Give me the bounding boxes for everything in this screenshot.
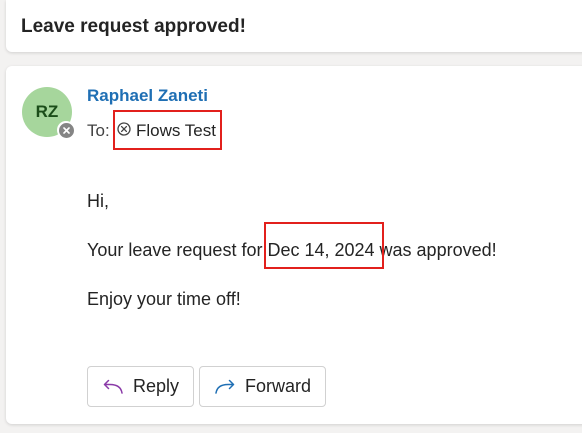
avatar-initials: RZ [35, 102, 59, 121]
body-enjoy: Enjoy your time off! [87, 289, 241, 309]
to-label: To: [87, 121, 110, 140]
date-highlight-box [264, 222, 384, 269]
reply-label: Reply [132, 376, 180, 396]
recipient-name: Flows Test [136, 121, 216, 140]
circle-x-icon [117, 121, 131, 141]
body-greeting: Hi, [87, 191, 109, 211]
body-line1-prefix: Your leave request for [87, 240, 268, 260]
email-subject: Leave request approved! [21, 16, 246, 37]
to-row: To: [87, 121, 110, 141]
message-card: RZ Raphael Zaneti To: Flows Test Hi, You… [6, 66, 582, 424]
forward-label: Forward [244, 376, 311, 396]
reply-button[interactable]: Reply [87, 366, 194, 407]
recipient-pill[interactable]: Flows Test [117, 121, 216, 141]
forward-button[interactable]: Forward [199, 366, 326, 407]
presence-offline-icon [57, 121, 75, 139]
reply-arrow-icon [103, 379, 123, 394]
forward-arrow-icon [215, 379, 235, 394]
subject-header: Leave request approved! [6, 0, 582, 52]
sender-name[interactable]: Raphael Zaneti [87, 86, 208, 106]
body-line1-suffix: was approved! [374, 240, 497, 260]
